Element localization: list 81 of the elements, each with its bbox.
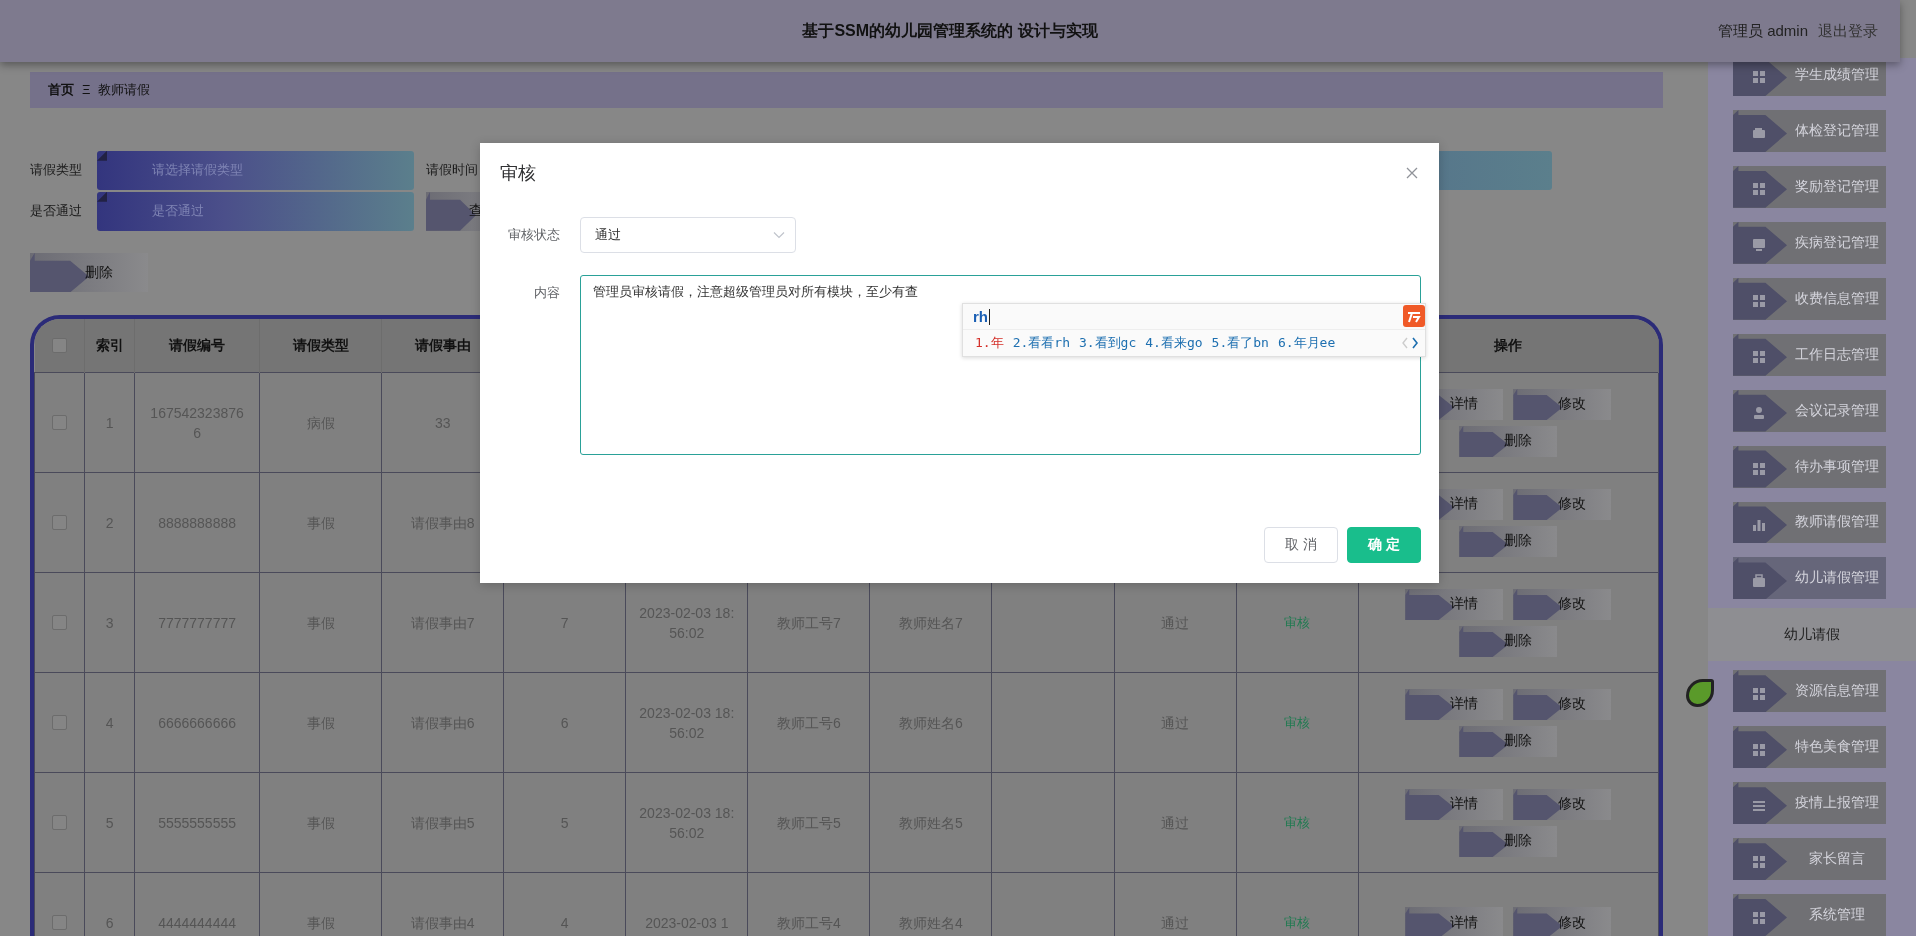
grid-icon (1751, 685, 1767, 702)
leaf-decoration (1686, 679, 1714, 707)
row-action-button[interactable]: 修改 (1513, 388, 1612, 420)
sidebar-item[interactable]: 特色美食管理 (1733, 726, 1886, 769)
grid-icon (1751, 741, 1767, 758)
chevron-down-icon (773, 231, 785, 239)
user-label: 管理员 admin (1717, 21, 1808, 41)
row-checkbox[interactable] (52, 415, 67, 431)
dialog-title: 审核 (500, 162, 536, 185)
row-checkbox[interactable] (52, 715, 67, 731)
app-title: 基于SSM的幼儿园管理系统的 设计与实现 (802, 21, 1098, 39)
column-header: 操作 (1494, 336, 1523, 353)
column-header: 请假事由 (414, 336, 471, 353)
ime-candidate[interactable]: 4.看来go (1145, 334, 1203, 352)
row-action-button[interactable]: 详情 (1405, 907, 1504, 936)
sidebar-item[interactable]: 家长留言 (1733, 838, 1886, 881)
sidebar-item[interactable]: 资源信息管理 (1733, 670, 1886, 713)
sidebar-item[interactable]: 教师请假管理 (1733, 501, 1886, 544)
logout-link[interactable]: 退出登录 (1818, 21, 1878, 41)
ime-candidate[interactable]: 6.年月ee (1277, 334, 1336, 352)
row-action-button[interactable]: 修改 (1513, 788, 1612, 820)
row-action-button[interactable]: 删除 (1459, 825, 1558, 857)
status-select[interactable]: 通过 (580, 217, 796, 253)
sidebar-item[interactable]: 疫情上报管理 (1733, 782, 1886, 825)
person-icon (1751, 405, 1767, 422)
row-action-button[interactable]: 详情 (1405, 788, 1504, 820)
delete-button[interactable]: 删除 (30, 252, 148, 293)
chevron-right-icon[interactable] (1411, 337, 1419, 349)
select-all-checkbox[interactable] (51, 338, 67, 354)
row-action-button[interactable]: 删除 (1459, 625, 1558, 657)
ime-candidate[interactable]: 1.年 (975, 334, 1004, 352)
column-header: 请假类型 (292, 336, 349, 353)
grid-icon (1751, 293, 1767, 310)
close-icon[interactable] (1405, 166, 1419, 180)
row-action-button[interactable]: 修改 (1513, 688, 1612, 720)
row-action-button[interactable]: 详情 (1405, 688, 1504, 720)
row-checkbox[interactable] (52, 815, 67, 831)
sidebar-item[interactable]: 工作日志管理 (1733, 333, 1886, 376)
sidebar-item[interactable]: 体检登记管理 (1733, 109, 1886, 152)
grid-icon (1751, 909, 1767, 926)
filter-select[interactable]: 是否通过 (97, 191, 414, 231)
ime-candidate[interactable]: 3.看到gc (1078, 334, 1137, 352)
grid-icon (1751, 69, 1767, 86)
row-action-button[interactable]: 删除 (1459, 525, 1558, 557)
row-checkbox[interactable] (52, 615, 67, 631)
ime-candidate[interactable]: 5.看了bn (1211, 334, 1269, 352)
filter-label: 请假时间 (426, 161, 479, 180)
row-checkbox[interactable] (52, 515, 67, 531)
grid-icon (1751, 181, 1767, 198)
sidebar-item[interactable]: 会议记录管理 (1733, 389, 1886, 432)
row-checkbox[interactable] (52, 915, 67, 931)
grid-icon (1751, 349, 1767, 366)
breadcrumb-home[interactable]: 首页 (48, 80, 74, 99)
row-action-button[interactable]: 修改 (1513, 588, 1612, 620)
ime-composition: rh (973, 308, 988, 325)
sidebar-item[interactable]: 幼儿请假管理 (1733, 557, 1886, 600)
sidebar-item[interactable]: 奖励登记管理 (1733, 165, 1886, 208)
monitor-icon (1751, 237, 1767, 254)
row-action-button[interactable]: 详情 (1405, 588, 1504, 620)
field-label: 内容 (533, 284, 560, 302)
row-action-button[interactable]: 修改 (1513, 488, 1612, 520)
row-action-button[interactable]: 修改 (1513, 907, 1612, 936)
sidebar-subitem[interactable]: 幼儿请假 (1708, 608, 1916, 662)
briefcase-icon (1751, 572, 1767, 589)
cancel-button[interactable]: 取 消 (1264, 527, 1338, 563)
column-header: 请假编号 (169, 336, 226, 353)
sidebar-item[interactable]: 系统管理 (1733, 894, 1886, 936)
filter-label: 是否通过 (30, 202, 83, 221)
ime-logo-icon (1403, 305, 1425, 327)
ime-candidate[interactable]: 2.看看rh (1012, 334, 1070, 352)
sidebar-item[interactable]: 收费信息管理 (1733, 277, 1886, 320)
breadcrumb-current: 教师请假 (98, 80, 151, 99)
breadcrumb-separator: Ξ (82, 82, 91, 98)
row-action-button[interactable]: 删除 (1459, 425, 1558, 457)
sidebar-item[interactable]: 疾病登记管理 (1733, 221, 1886, 264)
column-header: 索引 (95, 336, 124, 353)
grid-icon (1751, 461, 1767, 478)
row-action-button[interactable]: 删除 (1459, 725, 1558, 757)
sidebar-item[interactable]: 待办事项管理 (1733, 445, 1886, 488)
filter-label: 请假类型 (30, 161, 83, 180)
grid-icon (1751, 853, 1767, 870)
